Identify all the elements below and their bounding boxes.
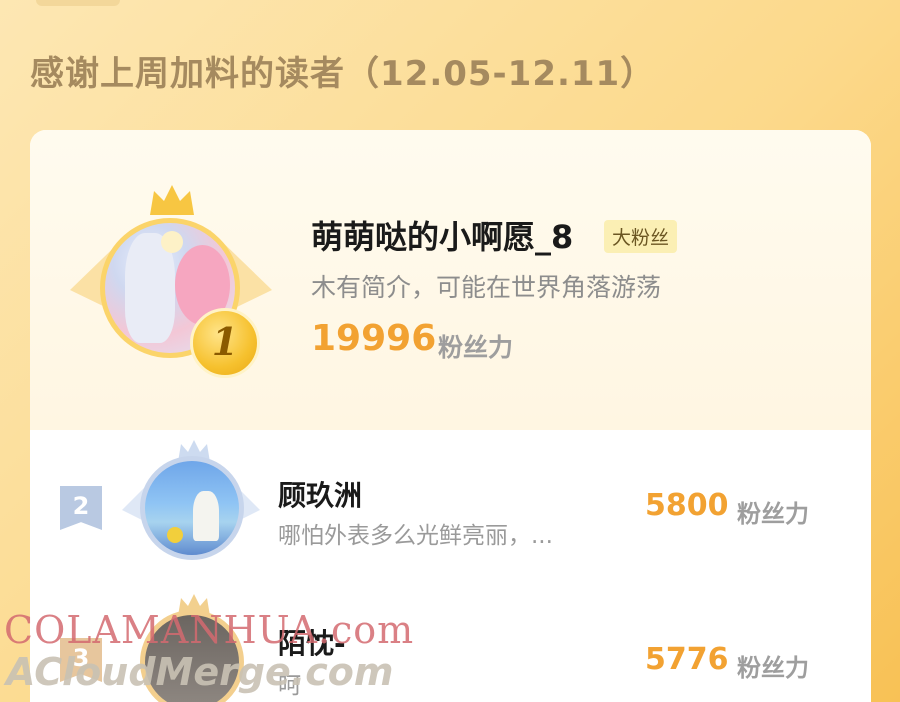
reader-name[interactable]: 顾玖洲 bbox=[278, 474, 362, 514]
rank-badge-icon: 1 bbox=[190, 308, 260, 378]
watermark: ACloudMerge.com bbox=[6, 650, 394, 694]
fan-power-unit: 粉丝力 bbox=[737, 654, 809, 682]
fan-power-unit: 粉丝力 bbox=[737, 500, 809, 528]
top-tab bbox=[36, 0, 120, 6]
fan-power-value: 19996 bbox=[311, 318, 437, 359]
reader-row[interactable]: 2 顾玖洲 哪怕外表多么光鲜亮丽，... 5800 粉丝力 bbox=[30, 430, 871, 580]
avatar[interactable] bbox=[140, 456, 244, 560]
rank-badge-icon: 2 bbox=[60, 486, 102, 530]
fan-level-badge: 大粉丝 bbox=[604, 220, 678, 253]
fan-power-unit: 粉丝力 bbox=[438, 333, 514, 362]
crown-icon bbox=[150, 185, 194, 215]
reader-bio: 木有简介，可能在世界角落游荡 bbox=[311, 273, 662, 302]
reader-bio: 哪怕外表多么光鲜亮丽，... bbox=[278, 523, 553, 549]
fan-power-value: 5800 bbox=[645, 488, 729, 523]
top-reader-row[interactable]: 1 萌萌哒的小啊愿_8 大粉丝 木有简介，可能在世界角落游荡 19996 粉丝力 bbox=[30, 130, 871, 430]
page-title: 感谢上周加料的读者（12.05-12.11） bbox=[30, 54, 656, 94]
fan-power-value: 5776 bbox=[645, 642, 729, 677]
watermark: COLAMANHUA.com bbox=[4, 608, 415, 652]
reader-name[interactable]: 萌萌哒的小啊愿_8 bbox=[311, 212, 573, 258]
